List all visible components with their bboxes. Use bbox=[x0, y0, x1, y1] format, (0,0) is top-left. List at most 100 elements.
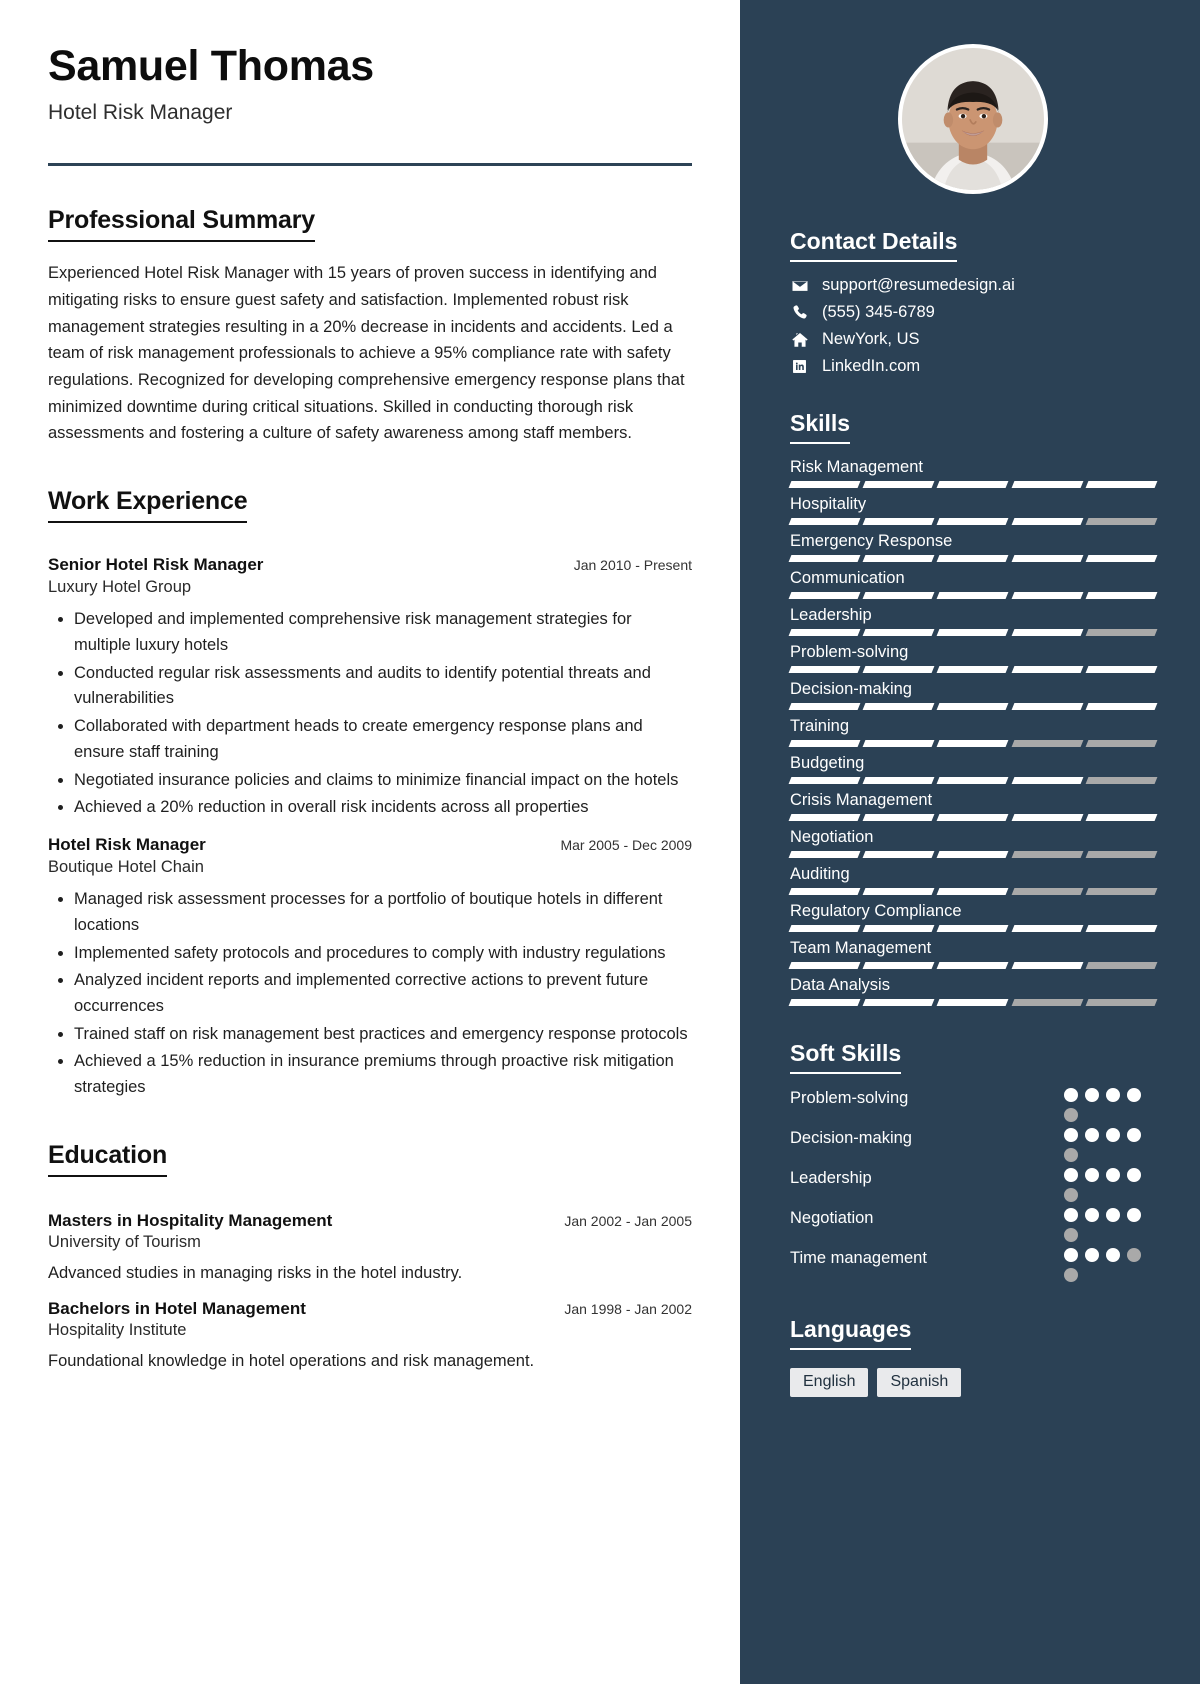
skill-bar-segment bbox=[788, 851, 861, 858]
skill-bar-segment bbox=[1085, 629, 1158, 636]
work-dates: Mar 2005 - Dec 2009 bbox=[560, 837, 692, 854]
soft-skill-dot bbox=[1106, 1128, 1120, 1142]
skills-heading: Skills bbox=[790, 410, 851, 444]
skill-bar-segment bbox=[862, 518, 935, 525]
contact-value: NewYork, US bbox=[822, 330, 920, 348]
education-dates: Jan 1998 - Jan 2002 bbox=[564, 1300, 692, 1317]
skill-label: Emergency Response bbox=[790, 532, 953, 550]
skill-bar-segment bbox=[788, 666, 861, 673]
education-item: Masters in Hospitality Management Jan 20… bbox=[48, 1211, 692, 1283]
contact-row[interactable]: support@resumedesign.ai bbox=[790, 276, 1156, 295]
work-item-header: Hotel Risk Manager Mar 2005 - Dec 2009 bbox=[48, 835, 692, 855]
skill-level-bar bbox=[788, 925, 1158, 932]
work-bullet: Achieved a 15% reduction in insurance pr… bbox=[74, 1049, 692, 1100]
soft-skill-dot bbox=[1064, 1208, 1078, 1222]
education-dates: Jan 2002 - Jan 2005 bbox=[564, 1212, 692, 1229]
soft-skill-label: Negotiation bbox=[790, 1209, 874, 1227]
soft-skill-dot bbox=[1127, 1168, 1141, 1182]
skill-item: Regulatory Compliance bbox=[788, 902, 1158, 932]
skill-bar-segment bbox=[788, 999, 861, 1006]
skills-list: Risk Management Hospitality Emergency Re… bbox=[788, 458, 1158, 1006]
skill-item: Communication bbox=[788, 569, 1158, 599]
skill-bar-segment bbox=[1011, 740, 1084, 747]
skill-level-bar bbox=[788, 592, 1158, 599]
contact-value: LinkedIn.com bbox=[822, 357, 921, 375]
skill-label: Leadership bbox=[790, 606, 872, 624]
skill-label: Negotiation bbox=[790, 828, 874, 846]
work-bullet: Conducted regular risk assessments and a… bbox=[74, 661, 692, 712]
skill-level-bar bbox=[788, 962, 1158, 969]
languages-heading: Languages bbox=[790, 1316, 912, 1350]
skill-bar-segment bbox=[936, 481, 1010, 488]
skill-item: Training bbox=[788, 717, 1158, 747]
work-experience-item: Senior Hotel Risk Manager Jan 2010 - Pre… bbox=[48, 555, 692, 821]
soft-skill-dot bbox=[1064, 1148, 1078, 1162]
skill-bar-segment bbox=[1011, 925, 1084, 932]
education-heading: Education bbox=[48, 1141, 167, 1177]
soft-skill-rating bbox=[1064, 1248, 1156, 1282]
skill-bar-segment bbox=[862, 999, 935, 1006]
skill-bar-segment bbox=[862, 666, 935, 673]
languages-section: Languages English Spanish bbox=[790, 1316, 1156, 1397]
professional-summary-heading: Professional Summary bbox=[48, 206, 315, 243]
skill-bar-segment bbox=[1085, 481, 1158, 488]
soft-skill-dot bbox=[1085, 1168, 1099, 1182]
work-item-header: Senior Hotel Risk Manager Jan 2010 - Pre… bbox=[48, 555, 692, 575]
soft-skills-heading: Soft Skills bbox=[790, 1040, 902, 1074]
education-description: Advanced studies in managing risks in th… bbox=[48, 1263, 463, 1282]
skill-bar-segment bbox=[1085, 814, 1158, 821]
skill-bar-segment bbox=[1011, 851, 1084, 858]
work-bullet: Managed risk assessment processes for a … bbox=[74, 887, 692, 938]
soft-skill-dot bbox=[1127, 1208, 1141, 1222]
skill-bar-segment bbox=[1011, 703, 1084, 710]
education-degree: Masters in Hospitality Management bbox=[48, 1210, 333, 1230]
soft-skill-dot bbox=[1085, 1248, 1099, 1262]
professional-summary-section: Professional Summary Experienced Hotel R… bbox=[48, 206, 692, 447]
language-chip: Spanish bbox=[877, 1368, 962, 1397]
soft-skill-dot bbox=[1085, 1208, 1099, 1222]
soft-skill-item: Time management bbox=[790, 1248, 1156, 1282]
soft-skill-dot bbox=[1127, 1248, 1141, 1262]
skill-item: Data Analysis bbox=[788, 976, 1158, 1006]
skill-label: Regulatory Compliance bbox=[790, 902, 962, 920]
soft-skill-dot bbox=[1064, 1228, 1078, 1242]
languages-list: English Spanish bbox=[790, 1368, 1156, 1397]
skill-bar-segment bbox=[936, 999, 1010, 1006]
skill-bar-segment bbox=[1085, 555, 1158, 562]
work-bullet: Negotiated insurance policies and claims… bbox=[74, 768, 692, 794]
soft-skill-item: Decision-making bbox=[790, 1128, 1156, 1162]
avatar bbox=[898, 44, 1048, 194]
soft-skill-dot bbox=[1064, 1128, 1078, 1142]
skill-bar-segment bbox=[936, 592, 1010, 599]
contact-row[interactable]: (555) 345-6789 bbox=[790, 303, 1156, 322]
skill-bar-segment bbox=[788, 703, 861, 710]
soft-skill-rating bbox=[1064, 1088, 1156, 1122]
soft-skill-dot bbox=[1064, 1248, 1078, 1262]
skill-label: Team Management bbox=[790, 939, 932, 957]
soft-skill-dot bbox=[1085, 1128, 1099, 1142]
skill-item: Auditing bbox=[788, 865, 1158, 895]
skill-item: Budgeting bbox=[788, 754, 1158, 784]
skill-bar-segment bbox=[1011, 666, 1084, 673]
skill-bar-segment bbox=[1085, 777, 1158, 784]
skill-bar-segment bbox=[1085, 518, 1158, 525]
contact-heading: Contact Details bbox=[790, 228, 958, 262]
contact-row[interactable]: LinkedIn.com bbox=[790, 357, 1156, 376]
skill-bar-segment bbox=[862, 555, 935, 562]
work-experience-list: Senior Hotel Risk Manager Jan 2010 - Pre… bbox=[48, 555, 692, 1101]
professional-summary-text: Experienced Hotel Risk Manager with 15 y… bbox=[48, 264, 685, 443]
soft-skill-dot bbox=[1106, 1208, 1120, 1222]
skill-level-bar bbox=[788, 888, 1158, 895]
skill-label: Hospitality bbox=[790, 495, 867, 513]
soft-skill-item: Problem-solving bbox=[790, 1088, 1156, 1122]
skill-bar-segment bbox=[788, 740, 861, 747]
header-divider bbox=[48, 163, 692, 167]
soft-skill-dot bbox=[1127, 1128, 1141, 1142]
contact-row[interactable]: NewYork, US bbox=[790, 330, 1156, 349]
skill-bar-segment bbox=[788, 814, 861, 821]
soft-skill-item: Leadership bbox=[790, 1168, 1156, 1202]
work-bullet: Implemented safety protocols and procedu… bbox=[74, 941, 692, 967]
soft-skill-rating bbox=[1064, 1208, 1156, 1242]
skill-bar-segment bbox=[788, 888, 861, 895]
skill-bar-segment bbox=[788, 925, 861, 932]
